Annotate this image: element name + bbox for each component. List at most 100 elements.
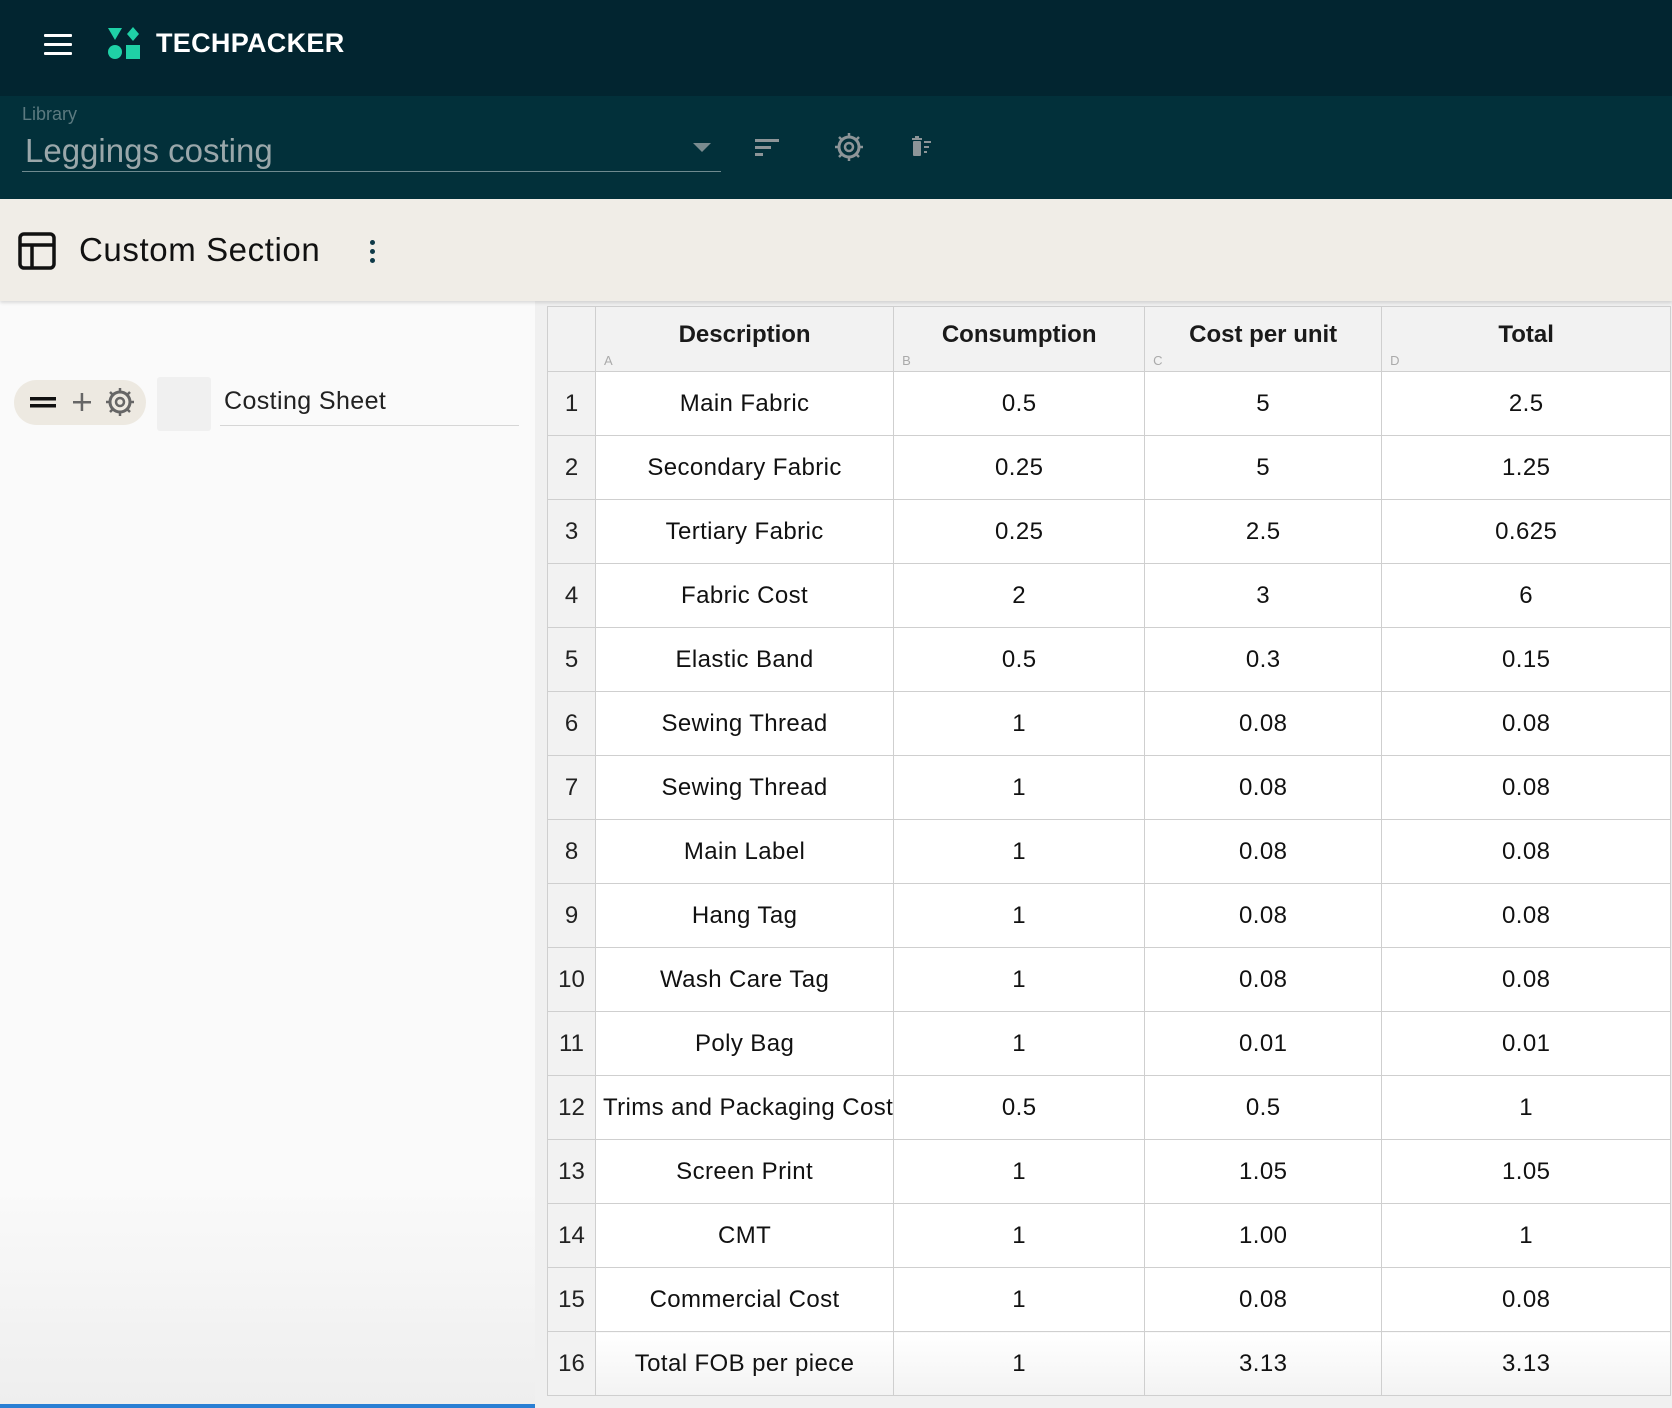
total-cell[interactable]: 0.15 [1381,627,1672,692]
cost-per-unit-cell[interactable]: 0.08 [1144,819,1383,884]
row-number[interactable]: 11 [547,1011,596,1076]
cost-per-unit-cell[interactable]: 1.00 [1144,1203,1383,1268]
consumption-cell[interactable]: 0.25 [893,435,1146,500]
delete-list-icon[interactable] [906,130,940,164]
description-cell[interactable]: Secondary Fabric [594,435,895,500]
total-cell[interactable]: 0.625 [1381,499,1672,564]
kebab-menu-icon[interactable] [364,236,380,266]
column-header[interactable]: Consumption B [893,306,1146,372]
gear-icon[interactable] [102,380,138,425]
total-cell[interactable]: 1 [1381,1075,1672,1140]
description-cell[interactable]: Sewing Thread [594,691,895,756]
consumption-cell[interactable]: 0.25 [893,499,1146,564]
description-cell[interactable]: CMT [594,1203,895,1268]
row-number[interactable]: 9 [547,883,596,948]
cost-per-unit-cell[interactable]: 2.5 [1144,499,1383,564]
row-number[interactable]: 4 [547,563,596,628]
row-number[interactable]: 6 [547,691,596,756]
consumption-cell[interactable]: 1 [893,1011,1146,1076]
library-select[interactable]: Leggings costing [22,126,721,172]
cost-per-unit-cell[interactable]: 3 [1144,563,1383,628]
row-number[interactable]: 10 [547,947,596,1012]
cost-per-unit-cell[interactable]: 0.08 [1144,1267,1383,1332]
total-cell[interactable]: 1 [1381,1203,1672,1268]
consumption-cell[interactable]: 1 [893,755,1146,820]
consumption-cell[interactable]: 1 [893,1267,1146,1332]
consumption-cell[interactable]: 1 [893,691,1146,756]
cost-per-unit-cell[interactable]: 0.08 [1144,755,1383,820]
description-cell[interactable]: Commercial Cost [594,1267,895,1332]
row-number[interactable]: 15 [547,1267,596,1332]
row-number[interactable]: 14 [547,1203,596,1268]
description-cell[interactable]: Fabric Cost [594,563,895,628]
description-cell[interactable]: Sewing Thread [594,755,895,820]
row-number[interactable]: 3 [547,499,596,564]
corner-cell[interactable] [547,306,596,372]
row-number[interactable]: 1 [547,371,596,436]
description-cell[interactable]: Total FOB per piece [594,1331,895,1396]
sheet-thumbnail[interactable] [157,377,211,431]
description-cell[interactable]: Trims and Packaging Cost [594,1075,895,1140]
column-header[interactable]: Total D [1381,306,1672,372]
techpacker-logo-icon[interactable] [107,27,141,61]
cost-per-unit-cell[interactable]: 0.5 [1144,1075,1383,1140]
column-letter: A [604,353,613,368]
description-cell[interactable]: Tertiary Fabric [594,499,895,564]
row-number[interactable]: 8 [547,819,596,884]
cost-per-unit-cell[interactable]: 0.3 [1144,627,1383,692]
description-cell[interactable]: Main Label [594,819,895,884]
total-cell[interactable]: 3.13 [1381,1331,1672,1396]
total-cell[interactable]: 1.05 [1381,1139,1672,1204]
consumption-cell[interactable]: 2 [893,563,1146,628]
cost-per-unit-cell[interactable]: 3.13 [1144,1331,1383,1396]
cost-per-unit-cell[interactable]: 0.08 [1144,691,1383,756]
consumption-cell[interactable]: 1 [893,819,1146,884]
cost-per-unit-cell[interactable]: 0.01 [1144,1011,1383,1076]
consumption-cell[interactable]: 0.5 [893,371,1146,436]
consumption-cell[interactable]: 1 [893,883,1146,948]
gear-icon[interactable] [832,130,866,164]
description-cell[interactable]: Screen Print [594,1139,895,1204]
consumption-cell[interactable]: 0.5 [893,1075,1146,1140]
description-cell[interactable]: Wash Care Tag [594,947,895,1012]
consumption-cell[interactable]: 1 [893,947,1146,1012]
sheet-name-input[interactable]: Costing Sheet [220,380,519,426]
total-cell[interactable]: 0.08 [1381,947,1672,1012]
row-number[interactable]: 7 [547,755,596,820]
column-letter: B [902,353,911,368]
row-number[interactable]: 12 [547,1075,596,1140]
row-number[interactable]: 2 [547,435,596,500]
cost-per-unit-cell[interactable]: 0.08 [1144,947,1383,1012]
consumption-cell[interactable]: 1 [893,1331,1146,1396]
description-cell[interactable]: Poly Bag [594,1011,895,1076]
consumption-cell[interactable]: 1 [893,1139,1146,1204]
hamburger-menu-button[interactable] [42,32,74,58]
total-cell[interactable]: 1.25 [1381,435,1672,500]
cost-per-unit-cell[interactable]: 5 [1144,435,1383,500]
row-number[interactable]: 16 [547,1331,596,1396]
column-header[interactable]: Description A [594,306,895,372]
drag-handle-icon[interactable] [26,380,62,425]
row-number[interactable]: 13 [547,1139,596,1204]
description-cell[interactable]: Main Fabric [594,371,895,436]
total-cell[interactable]: 6 [1381,563,1672,628]
total-cell[interactable]: 0.08 [1381,755,1672,820]
total-cell[interactable]: 0.08 [1381,1267,1672,1332]
brand-name[interactable]: TECHPACKER [156,28,345,59]
description-cell[interactable]: Hang Tag [594,883,895,948]
row-number[interactable]: 5 [547,627,596,692]
cost-per-unit-cell[interactable]: 0.08 [1144,883,1383,948]
total-cell[interactable]: 0.08 [1381,819,1672,884]
total-cell[interactable]: 0.01 [1381,1011,1672,1076]
sort-icon[interactable] [750,130,784,164]
total-cell[interactable]: 0.08 [1381,883,1672,948]
total-cell[interactable]: 0.08 [1381,691,1672,756]
cost-per-unit-cell[interactable]: 5 [1144,371,1383,436]
cost-per-unit-cell[interactable]: 1.05 [1144,1139,1383,1204]
consumption-cell[interactable]: 0.5 [893,627,1146,692]
total-cell[interactable]: 2.5 [1381,371,1672,436]
consumption-cell[interactable]: 1 [893,1203,1146,1268]
column-header[interactable]: Cost per unit C [1144,306,1383,372]
description-cell[interactable]: Elastic Band [594,627,895,692]
add-icon[interactable] [64,380,100,425]
